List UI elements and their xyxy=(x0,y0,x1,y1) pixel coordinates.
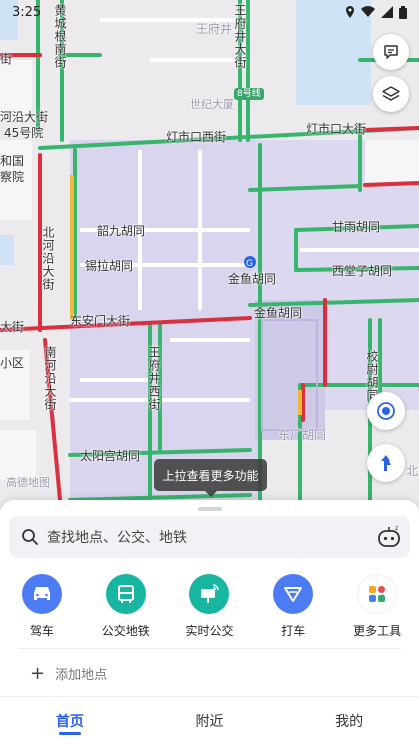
realtime-bus-icon xyxy=(201,584,220,603)
layers-icon xyxy=(382,86,400,101)
locate-icon xyxy=(377,402,395,420)
map-label: 韶九胡同 xyxy=(97,224,146,238)
map-label: 北 xyxy=(406,464,419,478)
car-icon xyxy=(33,587,50,600)
tab-home[interactable]: 首页 xyxy=(0,697,140,744)
quick-action-taxi[interactable]: 打车 xyxy=(251,574,335,639)
bottom-tab-bar: 首页 附近 我的 xyxy=(0,696,419,744)
map-watermark-logo: 高德地图 xyxy=(6,476,50,489)
search-bar[interactable]: 查找地点、公交、地铁 z xyxy=(9,516,410,558)
sheet-drag-handle[interactable] xyxy=(198,507,222,511)
svg-text:G: G xyxy=(246,259,253,269)
tab-profile[interactable]: 我的 xyxy=(279,697,419,744)
map-label: 南河沿大街 xyxy=(43,346,57,411)
voice-assistant-icon[interactable]: z xyxy=(376,524,402,550)
map-label: 街 xyxy=(0,52,13,66)
status-time: 3:25 xyxy=(12,4,42,20)
add-place-button[interactable]: + 添加地点 xyxy=(30,664,107,683)
location-icon xyxy=(346,6,354,18)
metro-line-badge: 8号线 xyxy=(234,88,264,100)
quick-action-transit[interactable]: 公交地铁 xyxy=(84,574,168,639)
map-label: 河沿大街 xyxy=(0,110,49,124)
quick-action-realtime-bus[interactable]: 实时公交 xyxy=(168,574,252,639)
quick-action-label: 实时公交 xyxy=(185,624,234,638)
quick-action-label: 公交地铁 xyxy=(101,624,150,638)
feedback-button[interactable] xyxy=(373,34,409,70)
route-button[interactable] xyxy=(367,444,405,482)
map-label: 大街 xyxy=(0,320,25,334)
locate-me-button[interactable] xyxy=(367,392,405,430)
map-label: 世纪大厦 xyxy=(190,98,234,111)
map-label: 东厂胡同 xyxy=(278,428,327,442)
search-icon xyxy=(22,529,38,545)
quick-action-label: 驾车 xyxy=(29,624,54,638)
map-label: 小区 xyxy=(0,356,25,370)
quick-action-drive[interactable]: 驾车 xyxy=(0,574,84,639)
map-label: 西堂子胡同 xyxy=(332,264,393,278)
wifi-icon xyxy=(361,6,375,18)
quick-action-label: 打车 xyxy=(281,624,306,638)
layers-button[interactable] xyxy=(373,76,409,112)
svg-text:z: z xyxy=(395,525,398,532)
add-place-label: 添加地点 xyxy=(55,668,108,683)
battery-icon xyxy=(399,5,407,19)
map-label: 灯市口大街 xyxy=(306,122,367,136)
map-label: 金鱼胡同 xyxy=(254,306,303,320)
map-roads: G xyxy=(0,0,419,510)
route-arrow-icon xyxy=(381,455,391,471)
map-label: 太阳宫胡同 xyxy=(80,449,141,463)
divider xyxy=(18,648,401,649)
chat-bubble-icon xyxy=(384,45,398,59)
bottom-sheet[interactable]: 查找地点、公交、地铁 z 驾车 公交地铁 实时公交 打车 更多工具 + 添加地点 xyxy=(0,500,419,696)
map-label: 东安门大街 xyxy=(70,314,131,328)
quick-action-more-tools[interactable]: 更多工具 xyxy=(335,574,419,639)
map-label: 察院 xyxy=(0,170,25,184)
map-label: 甘雨胡同 xyxy=(332,220,381,234)
map-label: 灯市口西街 xyxy=(166,130,227,144)
map-view[interactable]: G 黄城根南街 王府井大街 王府井 世纪大厦 8号线 河沿大街 45号院 街 和… xyxy=(0,0,419,520)
map-label: 锡拉胡同 xyxy=(85,259,134,273)
plus-icon: + xyxy=(30,662,46,684)
quick-actions: 驾车 公交地铁 实时公交 打车 更多工具 xyxy=(0,574,419,639)
map-label: 45号院 xyxy=(4,126,44,140)
taxi-icon xyxy=(284,587,303,602)
map-label: 王府井西街 xyxy=(147,346,161,411)
quick-action-label: 更多工具 xyxy=(353,624,402,638)
map-label: 金鱼胡同 xyxy=(228,272,277,286)
pull-up-tooltip: 上拉查看更多功能 xyxy=(154,459,267,497)
map-label: 和国 xyxy=(0,154,25,168)
tab-nearby[interactable]: 附近 xyxy=(140,697,280,744)
bus-icon xyxy=(117,585,134,603)
status-bar: 3:25 xyxy=(0,0,419,24)
apps-icon xyxy=(369,586,386,602)
signal-icon xyxy=(381,6,393,18)
map-label: 北河沿大街 xyxy=(41,226,55,291)
search-input[interactable]: 查找地点、公交、地铁 xyxy=(47,527,187,547)
